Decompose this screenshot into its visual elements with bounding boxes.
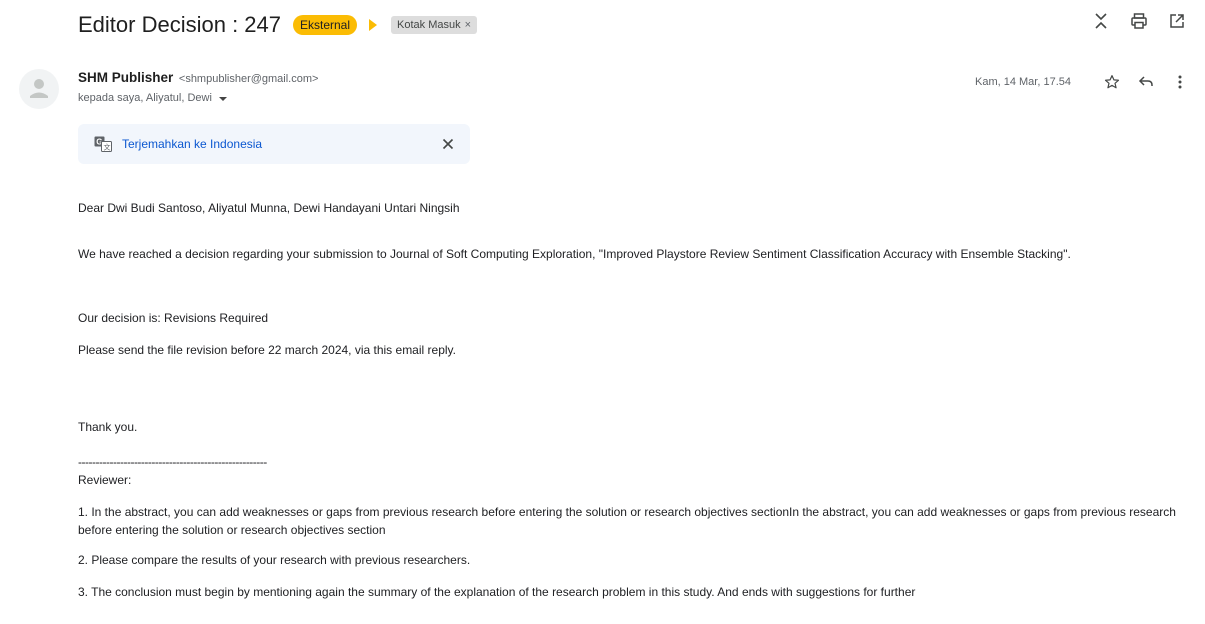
label-inbox[interactable]: Kotak Masuk × — [391, 16, 478, 34]
message-date: Kam, 14 Mar, 17.54 — [975, 76, 1071, 88]
label-inbox-text: Kotak Masuk — [397, 19, 461, 31]
translate-link[interactable]: Terjemahkan ke Indonesia — [122, 137, 262, 151]
show-details-chevron-down-icon[interactable] — [218, 97, 227, 101]
body-divider: ----------------------------------------… — [78, 455, 267, 469]
svg-text:文: 文 — [104, 143, 111, 152]
star-icon[interactable] — [1101, 72, 1123, 92]
label-external[interactable]: Eksternal — [293, 15, 358, 35]
reviewer-heading: Reviewer: — [78, 473, 132, 487]
print-icon[interactable] — [1129, 11, 1149, 31]
reply-icon[interactable] — [1135, 72, 1157, 92]
subject-row: Editor Decision : 247 Eksternal Kotak Ma… — [78, 10, 478, 40]
sender-line: SHM Publisher <shmpublisher@gmail.com> — [78, 70, 318, 85]
sender-email: <shmpublisher@gmail.com> — [178, 73, 319, 85]
remove-label-icon[interactable]: × — [465, 18, 471, 32]
reviewer-item-2: 2. Please compare the results of your re… — [78, 553, 471, 567]
reviewer-item-3: 3. The conclusion must begin by mentioni… — [78, 585, 916, 599]
body-paragraph-deadline: Please send the file revision before 22 … — [78, 343, 456, 357]
translate-bar: G文 Terjemahkan ke Indonesia — [78, 124, 470, 164]
reviewer-item-1: 1. In the abstract, you can add weakness… — [78, 505, 1176, 537]
translate-icon: G文 — [94, 135, 112, 153]
recipients-line: kepada saya, Aliyatul, Dewi — [78, 92, 227, 104]
message-meta: Kam, 14 Mar, 17.54 — [975, 72, 1191, 92]
default-avatar-icon — [30, 79, 48, 98]
body-paragraph-decision: Our decision is: Revisions Required — [78, 311, 269, 325]
importance-marker-icon[interactable] — [369, 19, 378, 31]
email-subject: Editor Decision : 247 — [78, 12, 281, 37]
collapse-all-icon[interactable] — [1091, 11, 1111, 31]
close-translate-icon[interactable] — [438, 134, 458, 154]
greeting: Dear Dwi Budi Santoso, Aliyatul Munna, D… — [78, 201, 460, 215]
sender-name[interactable]: SHM Publisher — [78, 70, 173, 85]
more-options-icon[interactable] — [1169, 72, 1191, 92]
open-in-new-window-icon[interactable] — [1167, 11, 1187, 31]
sender-avatar[interactable] — [19, 69, 59, 109]
recipients-text: kepada saya, Aliyatul, Dewi — [78, 92, 212, 104]
thread-toolbar — [1091, 11, 1187, 31]
body-paragraph-decision-reached: We have reached a decision regarding you… — [78, 247, 1071, 261]
body-paragraph-thanks: Thank you. — [78, 420, 138, 434]
